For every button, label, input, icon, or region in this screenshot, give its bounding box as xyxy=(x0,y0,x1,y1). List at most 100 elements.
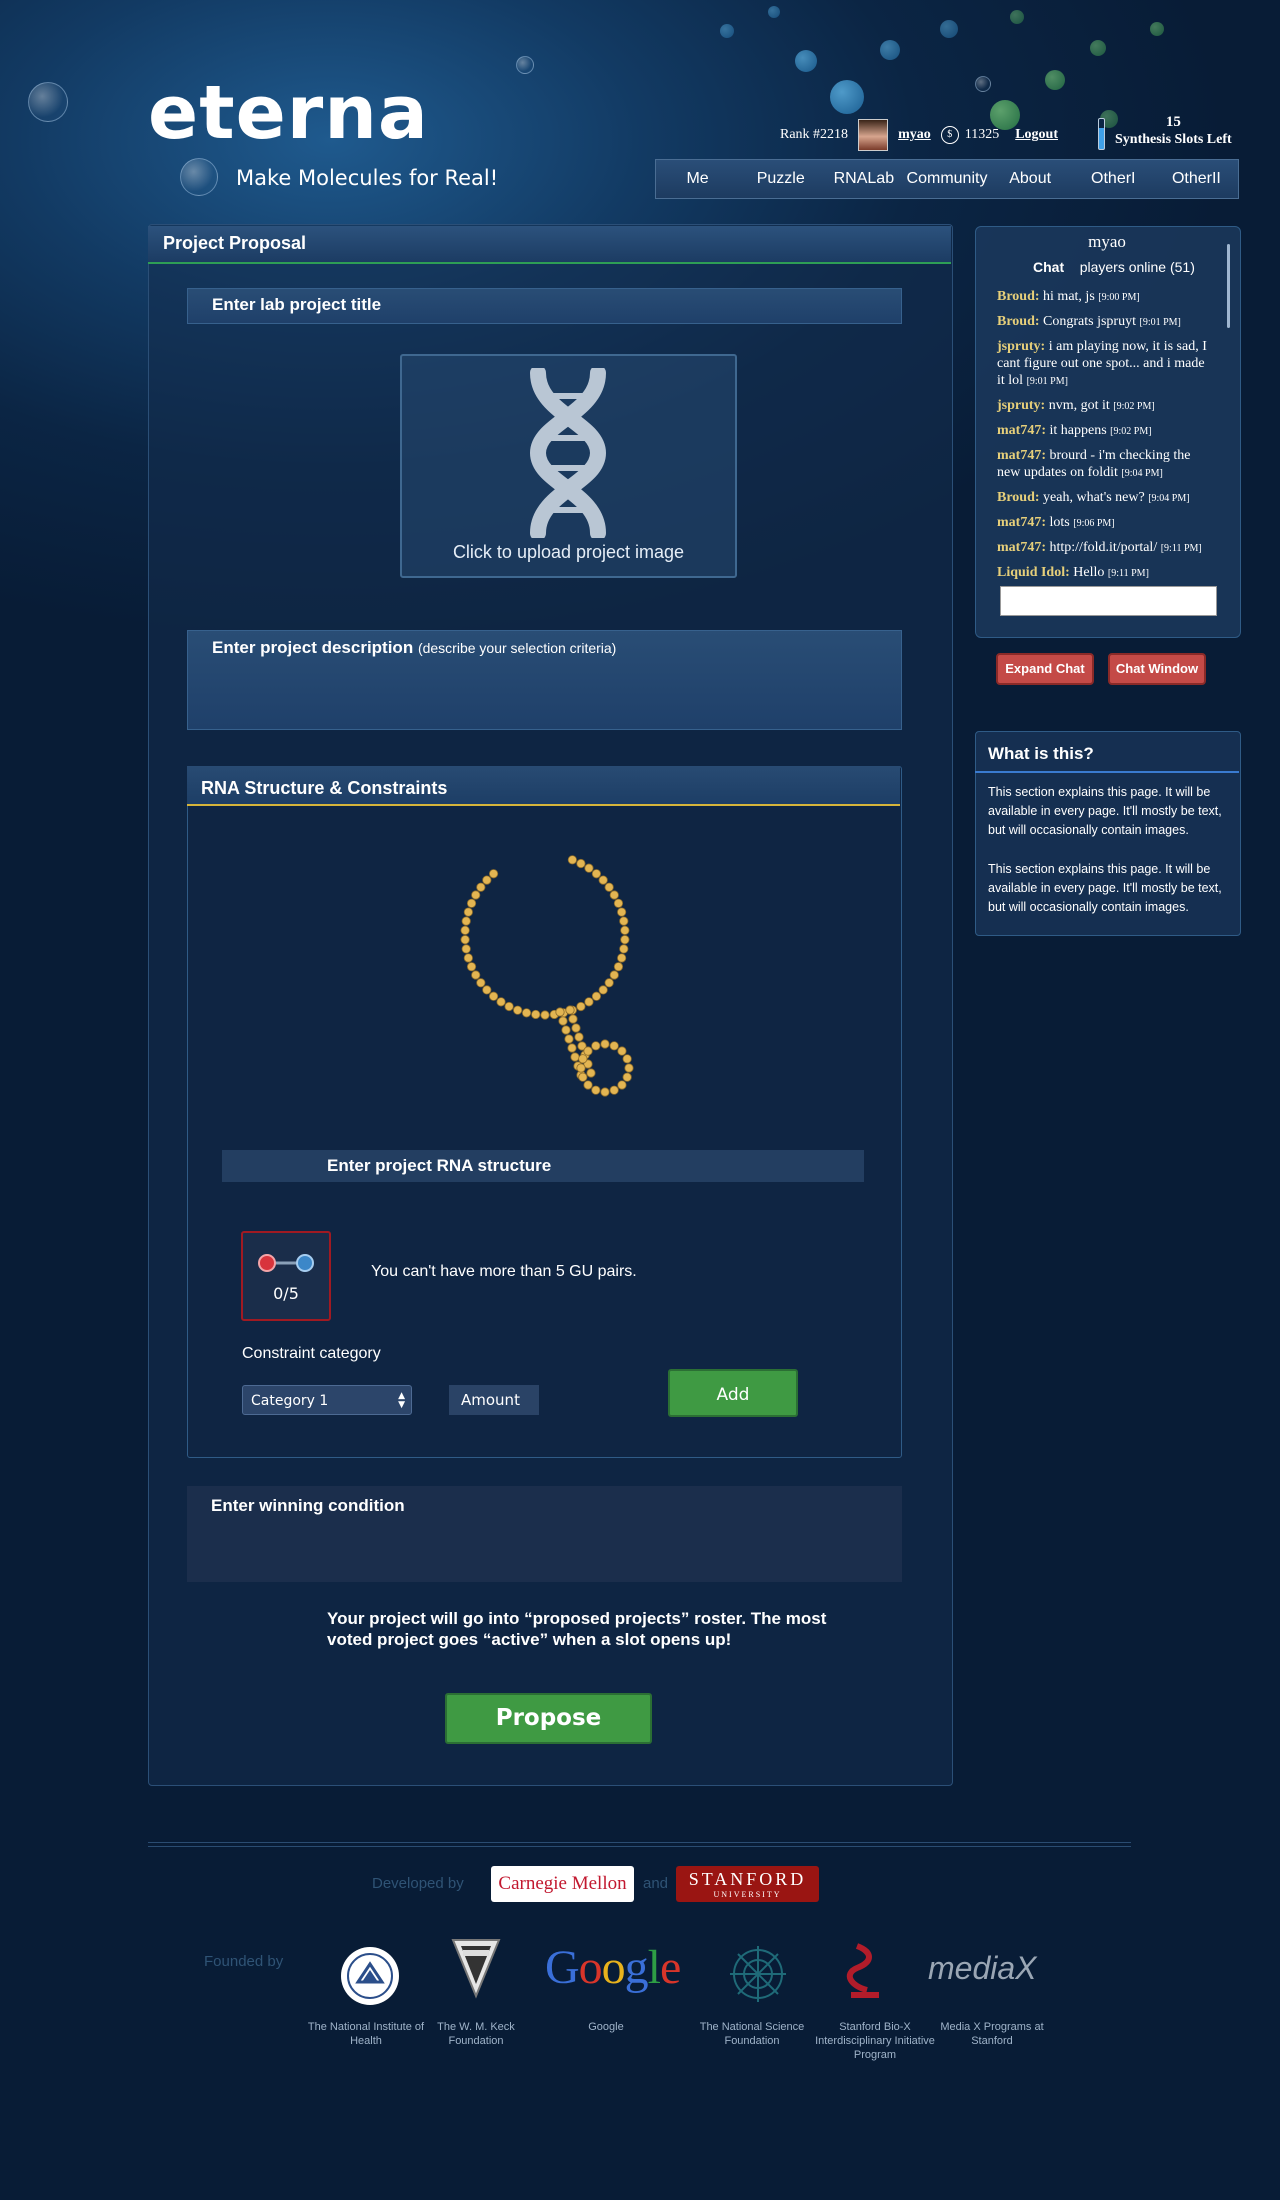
nucleotide[interactable] xyxy=(622,1072,632,1082)
nucleotide[interactable] xyxy=(521,1008,532,1018)
nucleotide[interactable] xyxy=(576,858,586,869)
players-online-tab[interactable]: players online (51) xyxy=(1080,259,1195,275)
nucleotide[interactable] xyxy=(558,1016,568,1026)
nucleotide[interactable] xyxy=(619,916,629,926)
nucleotide[interactable] xyxy=(531,1009,541,1020)
username-link[interactable]: myao xyxy=(898,127,931,143)
nucleotide[interactable] xyxy=(613,962,624,972)
keck-logo-icon[interactable] xyxy=(451,1938,501,2000)
nucleotide[interactable] xyxy=(570,1052,580,1062)
nucleotide[interactable] xyxy=(461,916,471,926)
chat-message-user[interactable]: jspruty: xyxy=(997,398,1045,413)
nucleotide[interactable] xyxy=(600,1087,610,1097)
nucleotide[interactable] xyxy=(619,944,629,954)
chat-scrollbar[interactable] xyxy=(1227,244,1230,328)
biox-logo-icon[interactable] xyxy=(845,1942,885,2002)
nucleotide[interactable] xyxy=(471,890,481,900)
eterna-logo[interactable]: eterna xyxy=(148,70,429,156)
nucleotide[interactable] xyxy=(463,953,473,963)
nucleotide[interactable] xyxy=(576,1063,586,1073)
nucleotide[interactable] xyxy=(504,1001,514,1012)
nucleotide[interactable] xyxy=(561,1025,571,1035)
nucleotide[interactable] xyxy=(574,1032,584,1042)
nucleotide[interactable] xyxy=(604,882,614,892)
nucleotide[interactable] xyxy=(591,1041,601,1051)
chat-tab[interactable]: Chat xyxy=(1033,259,1064,275)
nucleotide[interactable] xyxy=(565,1005,575,1015)
nucleotide[interactable] xyxy=(578,1072,588,1082)
amount-input[interactable]: Amount xyxy=(449,1385,539,1415)
category-select[interactable]: Category 1 ▲ ▼ xyxy=(242,1385,412,1415)
chat-message-user[interactable]: Broud: xyxy=(997,314,1040,329)
chat-message-user[interactable]: jspruty: xyxy=(997,339,1045,354)
nucleotide[interactable] xyxy=(460,935,470,945)
nucleotide[interactable] xyxy=(624,1063,634,1073)
nucleotide[interactable] xyxy=(482,875,492,885)
nucleotide[interactable] xyxy=(586,1068,596,1078)
mediax-logo[interactable]: mediaX xyxy=(928,1950,1037,1987)
nucleotide[interactable] xyxy=(584,997,594,1007)
nucleotide[interactable] xyxy=(564,1034,574,1044)
nucleotide[interactable] xyxy=(466,962,477,972)
nucleotide[interactable] xyxy=(609,890,619,900)
nucleotide[interactable] xyxy=(571,1023,581,1033)
google-logo[interactable]: Google xyxy=(545,1940,681,1995)
nucleotide[interactable] xyxy=(513,1005,523,1015)
nucleotide[interactable] xyxy=(476,978,486,988)
nih-seal-icon[interactable] xyxy=(340,1946,400,2006)
nucleotide[interactable] xyxy=(591,869,602,879)
nucleotide[interactable] xyxy=(613,898,624,908)
propose-button[interactable]: Propose xyxy=(445,1693,652,1744)
nucleotide[interactable] xyxy=(591,1085,601,1095)
nucleotide[interactable] xyxy=(567,1043,577,1053)
nucleotide[interactable] xyxy=(609,1041,619,1051)
nucleotide[interactable] xyxy=(461,944,471,954)
nav-rnalab[interactable]: RNALab xyxy=(822,160,905,198)
nucleotide[interactable] xyxy=(617,953,627,963)
nucleotide[interactable] xyxy=(622,1054,632,1064)
chat-window-button[interactable]: Chat Window xyxy=(1108,653,1206,685)
nucleotide[interactable] xyxy=(617,907,627,917)
nucleotide[interactable] xyxy=(617,1080,627,1090)
nucleotide[interactable] xyxy=(578,1054,588,1064)
nsf-logo-icon[interactable] xyxy=(730,1946,786,2002)
nucleotide[interactable] xyxy=(476,882,486,892)
nav-other1[interactable]: OtherI xyxy=(1072,160,1155,198)
chat-message-user[interactable]: mat747: xyxy=(997,448,1046,463)
nucleotide[interactable] xyxy=(540,1010,550,1020)
nucleotide[interactable] xyxy=(583,1046,593,1056)
nucleotide[interactable] xyxy=(620,935,630,945)
logout-link[interactable]: Logout xyxy=(1015,127,1058,143)
nucleotide[interactable] xyxy=(568,1014,578,1024)
chat-message-user[interactable]: Broud: xyxy=(997,289,1040,304)
nav-me[interactable]: Me xyxy=(656,160,739,198)
nucleotide[interactable] xyxy=(488,869,499,879)
nucleotide[interactable] xyxy=(583,1080,593,1090)
nucleotide[interactable] xyxy=(482,985,492,995)
nucleotide[interactable] xyxy=(617,1046,627,1056)
chat-message-user[interactable]: mat747: xyxy=(997,540,1046,555)
nucleotide[interactable] xyxy=(600,1039,610,1049)
expand-chat-button[interactable]: Expand Chat xyxy=(996,653,1094,685)
rna-structure-diagram[interactable] xyxy=(440,835,700,1105)
nucleotide[interactable] xyxy=(604,978,614,988)
nav-community[interactable]: Community xyxy=(905,160,988,198)
nucleotide[interactable] xyxy=(496,997,506,1007)
nav-other2[interactable]: OtherII xyxy=(1155,160,1238,198)
chat-message-user[interactable]: Broud: xyxy=(997,490,1040,505)
chat-message-user[interactable]: mat747: xyxy=(997,515,1046,530)
nucleotide[interactable] xyxy=(555,1007,565,1017)
nucleotide[interactable] xyxy=(609,1085,619,1095)
nucleotide[interactable] xyxy=(598,985,608,995)
nav-about[interactable]: About xyxy=(989,160,1072,198)
nucleotide[interactable] xyxy=(584,863,594,873)
nav-puzzle[interactable]: Puzzle xyxy=(739,160,822,198)
nucleotide[interactable] xyxy=(488,991,499,1001)
nucleotide[interactable] xyxy=(471,970,481,980)
nucleotide[interactable] xyxy=(576,1001,586,1012)
nucleotide[interactable] xyxy=(609,970,619,980)
nucleotide[interactable] xyxy=(567,855,577,865)
nucleotide[interactable] xyxy=(466,898,477,908)
nucleotide[interactable] xyxy=(463,907,473,917)
nucleotide[interactable] xyxy=(591,991,602,1001)
